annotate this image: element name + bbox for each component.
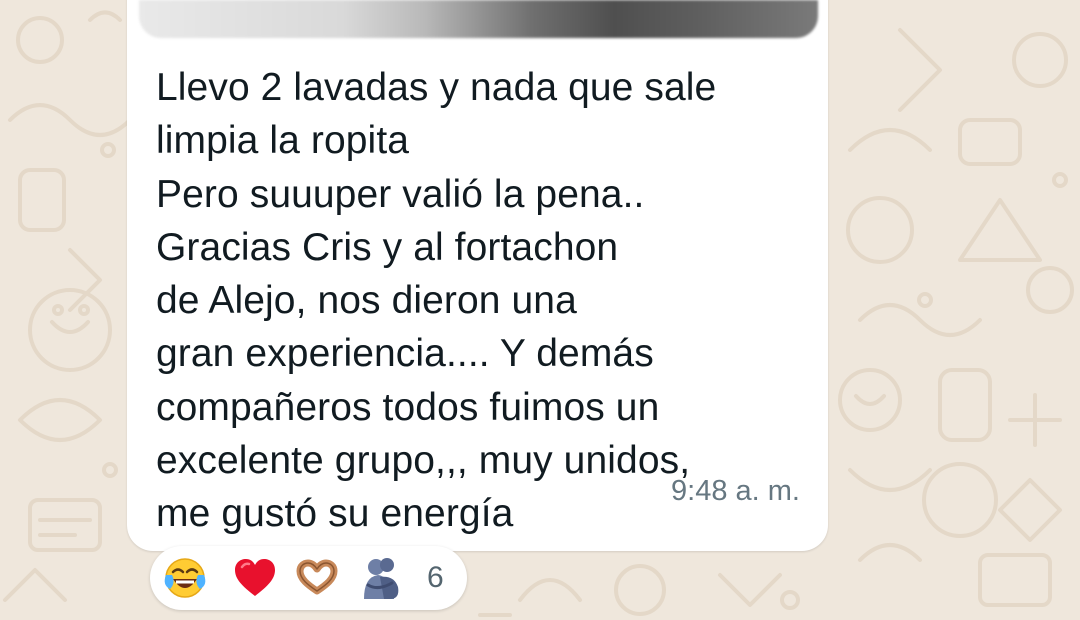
reaction-count: 6 (427, 561, 444, 594)
message-timestamp: 9:48 a. m. (671, 475, 800, 507)
message-line: Llevo 2 lavadas y nada que sale (156, 66, 717, 109)
reactions-pill[interactable]: 6 (150, 546, 467, 610)
message-bubble[interactable]: Llevo 2 lavadas y nada que sale limpia l… (127, 0, 828, 551)
heart-hands-icon (296, 559, 338, 595)
face-with-tears-of-joy-icon (164, 558, 206, 598)
message-line: limpia la ropita (156, 119, 410, 163)
message-line: gran experiencia.... Y demás (156, 332, 654, 376)
message-text: Llevo 2 lavadas y nada que sale limpia l… (156, 61, 816, 541)
message-line: compañeros todos fuimos un (156, 385, 660, 429)
blurred-media-preview[interactable] (139, 0, 818, 38)
message-line: de Alejo, nos dieron una (156, 279, 577, 323)
people-hugging-icon (364, 558, 399, 599)
message-line: Gracias Cris y al fortachon (156, 225, 619, 269)
message-line: Pero suuuper valió la pena.. (156, 172, 645, 216)
red-heart-icon (235, 559, 275, 596)
